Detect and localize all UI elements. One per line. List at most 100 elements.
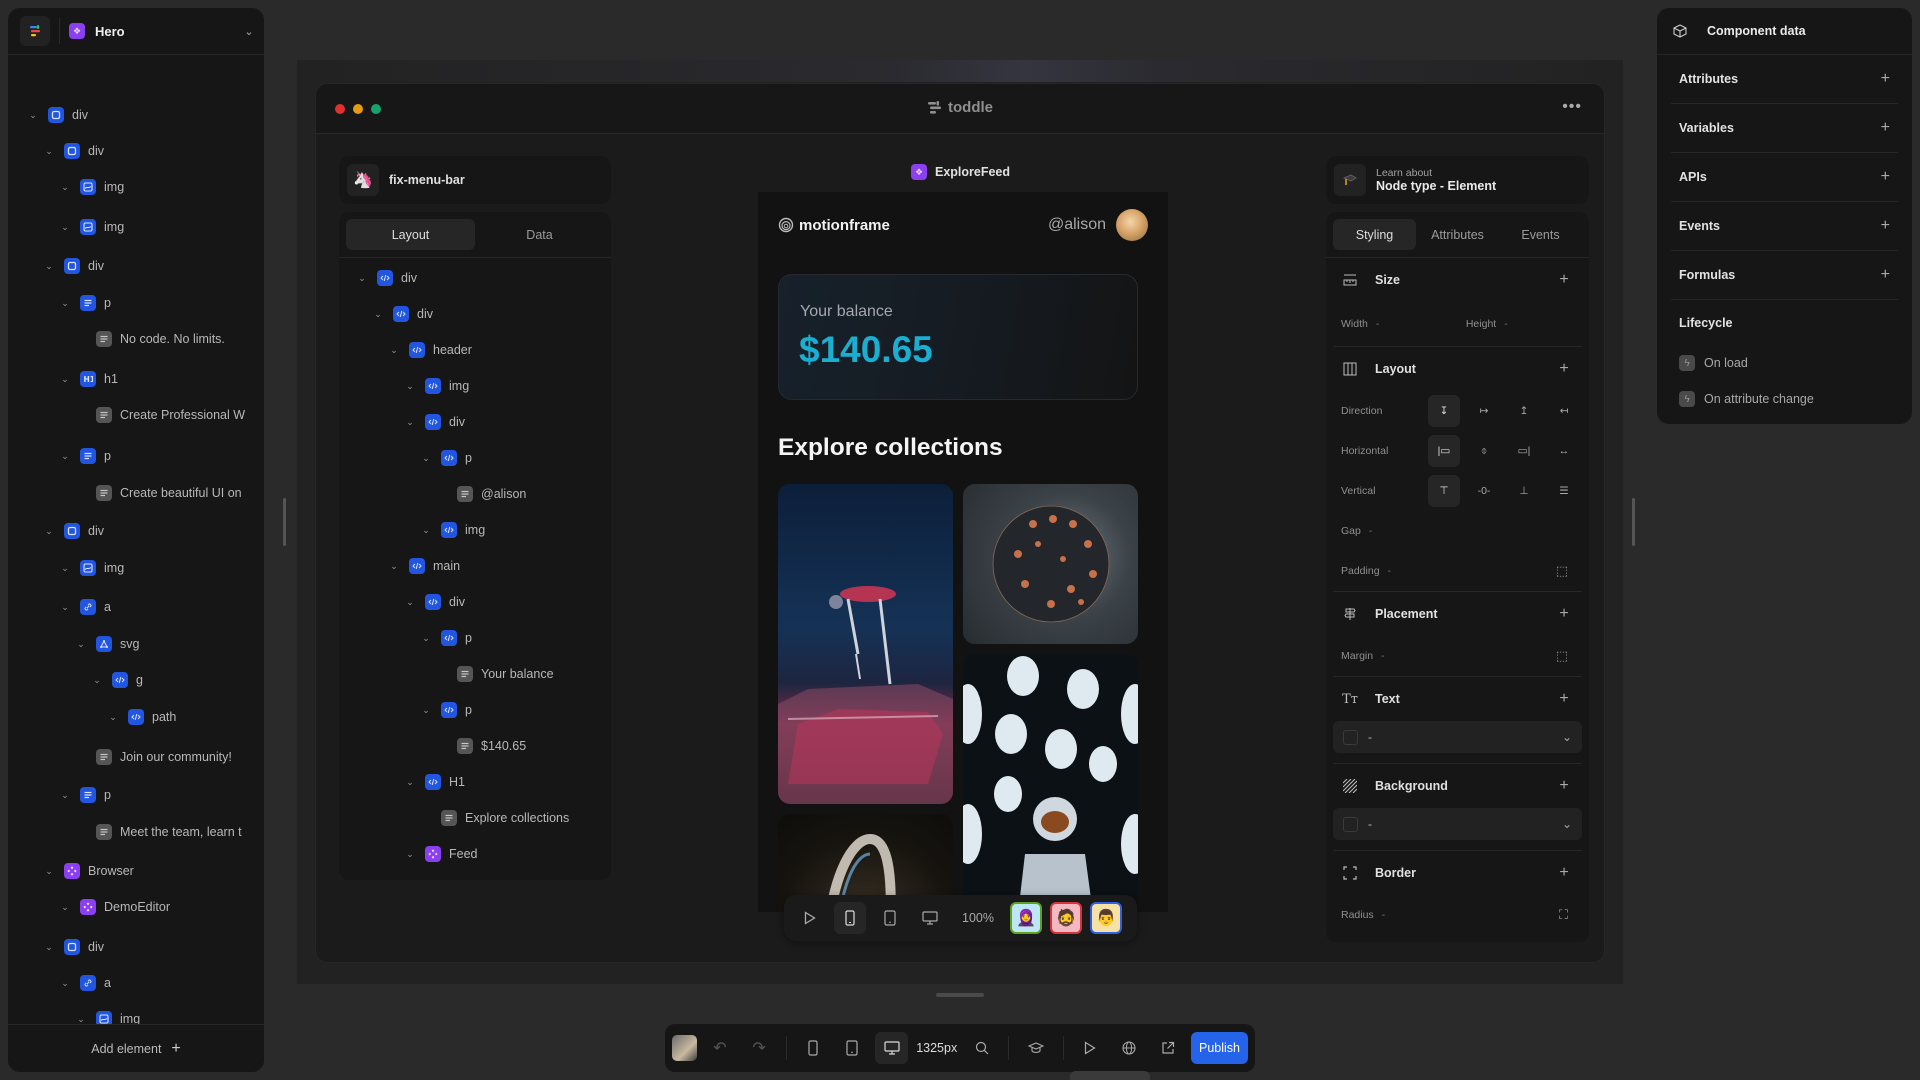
add-element-button[interactable]: Add element + [8,1024,264,1072]
chevron-down-icon[interactable]: ⌄ [58,978,72,989]
chevron-down-icon[interactable]: ⌄ [403,597,417,608]
tree-node[interactable]: ⌄ div [403,410,465,434]
chevron-down-icon[interactable]: ⌄ [403,849,417,860]
tree-text-node[interactable]: Your balance [435,662,554,686]
align-center-button[interactable]: ⌽ [1468,435,1500,467]
margin-value[interactable]: - [1381,650,1385,662]
add-size-button[interactable]: + [1554,271,1574,289]
tablet-viewport-button[interactable] [836,1032,869,1064]
tree-node[interactable]: ⌄ div [371,302,433,326]
canvas-resize-handle-right[interactable] [1632,498,1635,546]
zoom-button[interactable] [965,1032,998,1064]
tree-text-node[interactable]: No code. No limits. [74,327,225,351]
user-avatar[interactable] [672,1035,698,1061]
tree-node[interactable]: ⌄ img [403,374,469,398]
direction-column-button[interactable]: ↧ [1428,395,1460,427]
tree-node[interactable]: ⌄ p [419,446,472,470]
data-section-formulas[interactable]: Formulas + [1671,251,1898,300]
stretch-horizontal-button[interactable]: ↔ [1548,435,1580,467]
direction-row-reverse-button[interactable]: ↤ [1548,395,1580,427]
tree-node[interactable]: ⌄ H1 [403,770,465,794]
padding-expand-icon[interactable]: ⬚ [1556,563,1568,579]
tree-text-node[interactable]: Join our community! [74,745,232,769]
add-text-button[interactable]: + [1554,690,1574,708]
chevron-down-icon[interactable]: ⌄ [419,453,433,464]
align-left-button[interactable]: |▭ [1428,435,1460,467]
direction-column-reverse-button[interactable]: ↥ [1508,395,1540,427]
tree-text-node[interactable]: Create Professional W [74,403,245,427]
tree-node[interactable]: ⌄ img [58,175,124,199]
plus-icon[interactable]: + [1881,119,1890,137]
maximize-window-dot[interactable] [371,104,381,114]
mobile-device-button[interactable] [834,902,866,934]
chevron-down-icon[interactable]: ⌄ [355,273,369,284]
viewport-width[interactable]: 1325px [916,1041,957,1055]
minimize-window-dot[interactable] [353,104,363,114]
background-dropdown[interactable]: - ⌄ [1333,808,1582,840]
tree-text-node[interactable]: Create beautiful UI on [74,481,242,505]
desktop-viewport-button[interactable] [875,1032,909,1064]
preview-zoom-level[interactable]: 100% [962,911,994,925]
tree-node[interactable]: ⌄a [58,971,111,995]
chevron-down-icon[interactable]: ⌄ [58,602,72,613]
plus-icon[interactable]: + [1881,217,1890,235]
chevron-down-icon[interactable]: ⌄ [419,525,433,536]
chevron-down-icon[interactable]: ⌄ [403,777,417,788]
play-preview-button[interactable] [794,902,826,934]
chevron-down-icon[interactable]: ⌄ [403,417,417,428]
domain-button[interactable] [1113,1032,1146,1064]
tab-layout[interactable]: Layout [346,219,475,250]
close-window-dot[interactable] [335,104,345,114]
toddle-logo-button[interactable] [20,16,50,46]
height-value[interactable]: - [1504,318,1508,330]
tree-node[interactable]: ⌄ p [58,444,111,468]
tree-text-node[interactable]: Explore collections [419,806,569,830]
tree-node[interactable]: ⌄ path [106,705,176,729]
tree-node[interactable]: ⌄ g [90,668,143,692]
canvas-drag-handle[interactable] [936,993,984,997]
margin-expand-icon[interactable]: ⬚ [1556,648,1568,664]
align-bottom-button[interactable]: ⊥ [1508,475,1540,507]
test-user-1-button[interactable]: 🧕 [1009,902,1042,934]
chevron-down-icon[interactable]: ⌄ [42,526,56,537]
chevron-down-icon[interactable]: ⌄ [90,675,104,686]
tree-node[interactable]: ⌄ img [58,556,124,580]
desktop-device-button[interactable] [914,902,946,934]
chevron-down-icon[interactable]: ⌄ [74,1014,88,1025]
open-external-button[interactable] [1152,1032,1185,1064]
more-options-icon[interactable]: ••• [1562,98,1582,116]
lifecycle-event[interactable]: ϟ On load [1671,345,1898,381]
tree-node[interactable]: ⌄ Browser [42,859,134,883]
tree-node[interactable]: ⌄ div [42,935,104,959]
undo-button[interactable]: ↶ [703,1032,736,1064]
tree-node[interactable]: ⌄ svg [74,632,139,656]
tree-node[interactable]: ⌄ H1 h1 [58,367,118,391]
mobile-viewport-button[interactable] [797,1032,830,1064]
feed-image-masks[interactable] [963,654,1138,912]
tree-text-node[interactable]: Meet the team, learn t [74,820,242,844]
plus-icon[interactable]: + [1881,70,1890,88]
radius-expand-icon[interactable]: ⛶ [1559,907,1568,923]
tablet-device-button[interactable] [874,902,906,934]
tab-styling[interactable]: Styling [1333,219,1416,250]
chevron-down-icon[interactable]: ⌄ [387,345,401,356]
add-background-button[interactable]: + [1554,777,1574,795]
chevron-down-icon[interactable]: ⌄ [58,902,72,913]
feed-image-skeleton[interactable] [778,484,953,804]
tree-node[interactable]: ⌄ p [58,291,111,315]
data-section-events[interactable]: Events + [1671,202,1898,251]
tree-node[interactable]: ⌄ main [387,554,460,578]
add-border-button[interactable]: + [1554,864,1574,882]
chevron-down-icon[interactable]: ⌄ [42,942,56,953]
branch-selector[interactable]: 🦄 fix-menu-bar [339,156,611,204]
gap-value[interactable]: - [1369,525,1373,537]
chevron-down-icon[interactable]: ⌄ [403,381,417,392]
tree-node[interactable]: ⌄ header [387,338,472,362]
align-top-button[interactable]: ⊤ [1428,475,1460,507]
add-layout-button[interactable]: + [1554,360,1574,378]
chevron-down-icon[interactable]: ⌄ [419,633,433,644]
chevron-down-icon[interactable]: ⌄ [106,712,120,723]
radius-value[interactable]: - [1382,909,1386,921]
tree-node[interactable]: ⌄ p [419,698,472,722]
chevron-down-icon[interactable]: ⌄ [58,374,72,385]
